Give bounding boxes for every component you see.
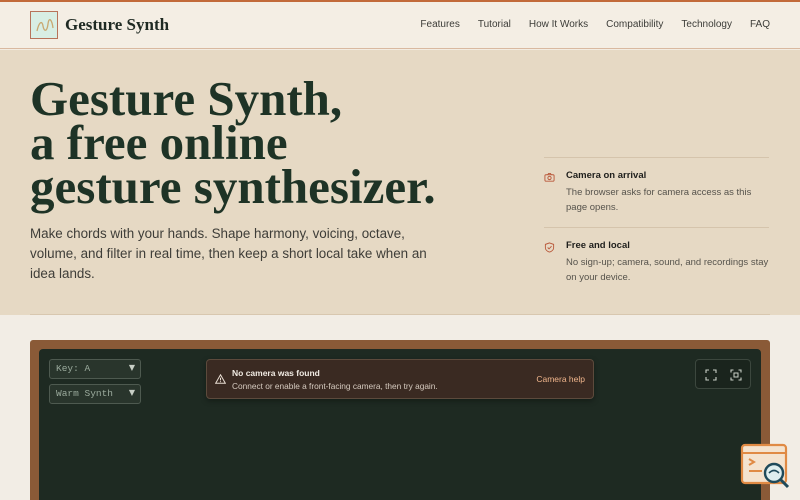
brand-name[interactable]: Gesture Synth [65,15,169,35]
nav-tutorial[interactable]: Tutorial [478,19,511,30]
hero-title-line: gesture synthesizer. [30,159,436,214]
feature-title: Camera on arrival [566,170,647,181]
feature-camera: Camera on arrival The browser asks for c… [544,157,769,227]
nav-technology[interactable]: Technology [681,19,732,30]
key-select[interactable]: Key: A ▼ [49,359,141,379]
hero-subtitle: Make chords with your hands. Shape harmo… [30,226,427,281]
fullscreen-icon[interactable] [705,369,717,381]
toast-message: Connect or enable a front-facing camera,… [232,381,438,391]
feature-title: Free and local [566,240,630,251]
warning-icon [215,374,226,384]
sound-select-value: Warm Synth [56,388,114,399]
site-header: Gesture Synth Features Tutorial How It W… [0,2,800,49]
nav-how-it-works[interactable]: How It Works [529,19,588,30]
feature-text: No sign-up; camera, sound, and recording… [566,257,769,283]
squiggle-logo-icon[interactable] [30,11,58,39]
chevron-down-icon: ▼ [128,388,135,397]
camera-help-link[interactable]: Camera help [536,374,585,384]
toast-title: No camera was found [232,368,320,378]
sound-select[interactable]: Warm Synth ▼ [49,384,141,404]
shield-check-icon [544,242,555,253]
hero-title: Gesture Synth, a free online gesture syn… [30,74,520,214]
camera-error-toast: No camera was found Connect or enable a … [206,359,594,399]
chevron-down-icon: ▼ [128,363,135,372]
main-nav: Features Tutorial How It Works Compatibi… [420,19,770,30]
nav-faq[interactable]: FAQ [750,19,770,30]
camera-icon [544,173,555,182]
feature-list: Camera on arrival The browser asks for c… [544,157,769,297]
key-select-value: Key: A [56,363,91,374]
nav-compatibility[interactable]: Compatibility [606,19,663,30]
stage-toolbar [695,359,751,389]
focus-scan-icon[interactable] [730,369,742,381]
nav-features[interactable]: Features [420,19,459,30]
hero-section: Gesture Synth, a free online gesture syn… [0,50,800,315]
feature-text: The browser asks for camera access as th… [566,187,752,213]
feature-local: Free and local No sign-up; camera, sound… [544,227,769,297]
code-search-icon[interactable] [740,443,792,491]
